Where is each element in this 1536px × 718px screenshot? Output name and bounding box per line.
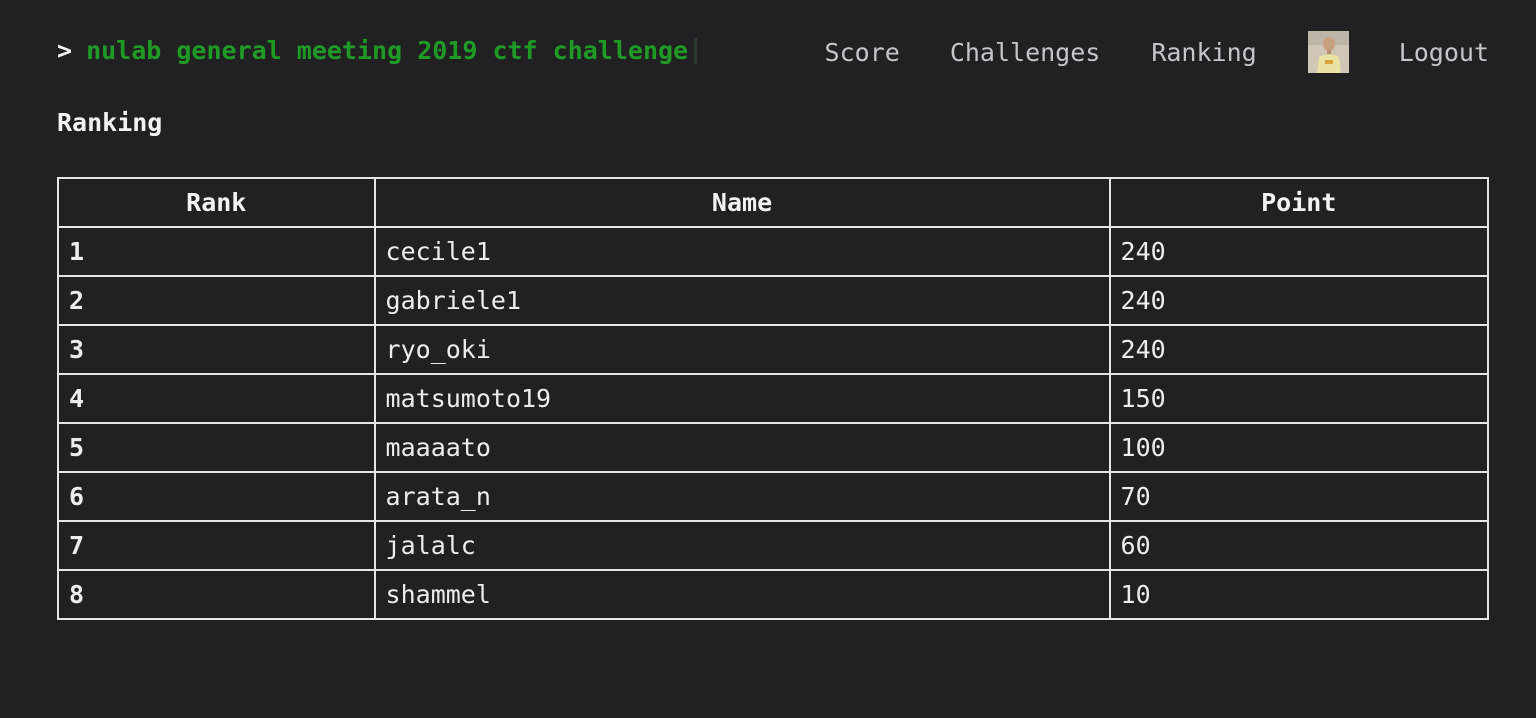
name-cell: arata_n <box>373 471 1111 522</box>
point-cell: 240 <box>1108 324 1490 375</box>
table-row: 5 maaaato 100 <box>57 422 1490 473</box>
nav-score-link[interactable]: Score <box>825 38 900 67</box>
table-row: 4 matsumoto19 150 <box>57 373 1490 424</box>
name-cell: matsumoto19 <box>373 373 1111 424</box>
nav-ranking-link[interactable]: Ranking <box>1151 38 1256 67</box>
site-title: nulab general meeting 2019 ctf challenge <box>86 36 689 65</box>
user-avatar[interactable] <box>1307 31 1349 73</box>
point-cell: 150 <box>1108 373 1490 424</box>
table-row: 3 ryo_oki 240 <box>57 324 1490 375</box>
point-cell: 240 <box>1108 226 1490 277</box>
rank-cell: 7 <box>57 520 376 571</box>
name-cell: maaaato <box>373 422 1111 473</box>
ranking-table: Rank Name Point 1 cecile1 240 2 gabriele… <box>57 177 1490 620</box>
rank-cell: 1 <box>57 226 376 277</box>
name-cell: cecile1 <box>373 226 1111 277</box>
ranking-page: > nulab general meeting 2019 ctf challen… <box>0 0 1536 718</box>
column-header-name: Name <box>373 177 1111 228</box>
text-cursor <box>694 37 698 64</box>
name-cell: ryo_oki <box>373 324 1111 375</box>
column-header-point: Point <box>1108 177 1490 228</box>
table-row: 8 shammel 10 <box>57 569 1490 620</box>
rank-cell: 5 <box>57 422 376 473</box>
nav-logout-link[interactable]: Logout <box>1399 38 1489 67</box>
rank-cell: 4 <box>57 373 376 424</box>
point-cell: 10 <box>1108 569 1490 620</box>
name-cell: shammel <box>373 569 1111 620</box>
table-row: 6 arata_n 70 <box>57 471 1490 522</box>
table-row: 2 gabriele1 240 <box>57 275 1490 326</box>
point-cell: 60 <box>1108 520 1490 571</box>
point-cell: 100 <box>1108 422 1490 473</box>
rank-cell: 2 <box>57 275 376 326</box>
main-nav: Score Challenges Ranking Logout <box>825 30 1489 74</box>
rank-cell: 8 <box>57 569 376 620</box>
column-header-rank: Rank <box>57 177 376 228</box>
prompt-symbol: > <box>57 36 73 65</box>
page-title: Ranking <box>57 108 163 137</box>
table-row: 1 cecile1 240 <box>57 226 1490 277</box>
table-row: 7 jalalc 60 <box>57 520 1490 571</box>
table-header-row: Rank Name Point <box>57 177 1490 228</box>
nav-challenges-link[interactable]: Challenges <box>950 38 1101 67</box>
top-header: > nulab general meeting 2019 ctf challen… <box>57 30 1489 74</box>
point-cell: 70 <box>1108 471 1490 522</box>
rank-cell: 6 <box>57 471 376 522</box>
point-cell: 240 <box>1108 275 1490 326</box>
site-brand[interactable]: > nulab general meeting 2019 ctf challen… <box>57 36 698 65</box>
avatar-icon <box>1307 31 1349 73</box>
rank-cell: 3 <box>57 324 376 375</box>
name-cell: jalalc <box>373 520 1111 571</box>
name-cell: gabriele1 <box>373 275 1111 326</box>
